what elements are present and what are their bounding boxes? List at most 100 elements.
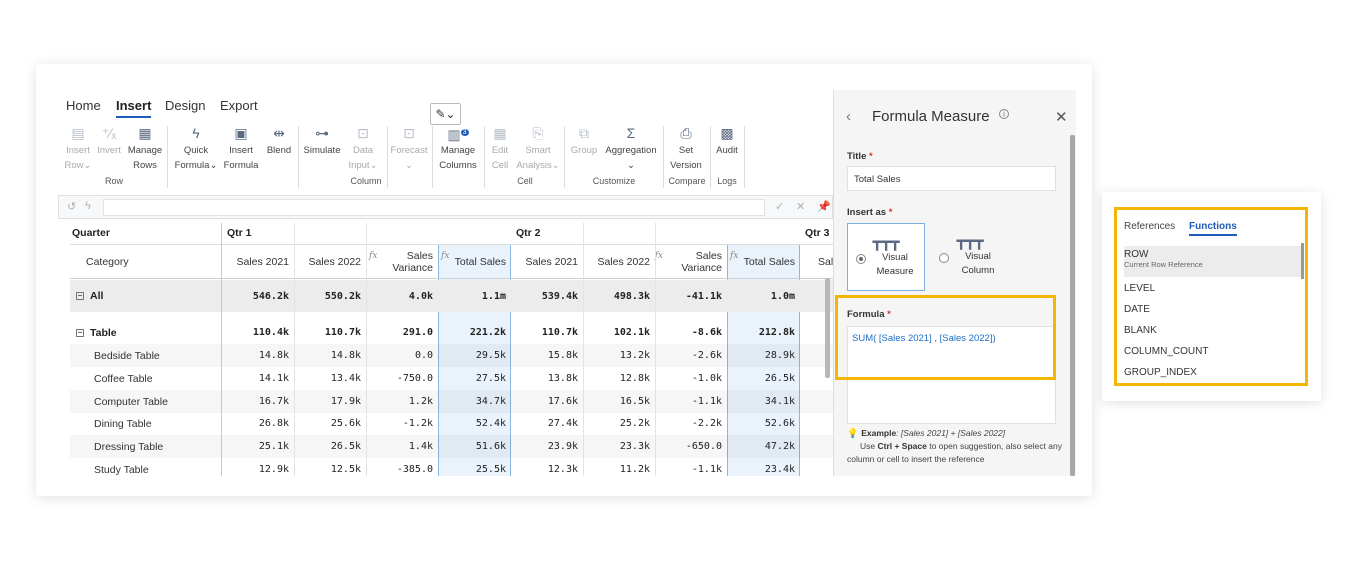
insert-formula-button[interactable]: ▣ Insert Formula (222, 124, 260, 173)
visual-measure-option[interactable]: ┳┳┳ Visual Measure (847, 223, 925, 291)
value-cell[interactable]: 52.6k (727, 412, 800, 435)
undo-icon[interactable]: ↺ (67, 200, 76, 213)
value-cell[interactable]: -385.0 (366, 458, 438, 476)
value-cell[interactable]: 539.4k (511, 280, 583, 312)
value-cell[interactable]: 28.9k (727, 344, 800, 367)
column-header[interactable]: Sales 2021 (511, 245, 583, 279)
value-cell[interactable]: 23.3k (583, 435, 655, 458)
column-header[interactable]: Sales 2021 (222, 245, 294, 279)
manage-rows-button[interactable]: ▦ Manage Rows (126, 124, 164, 173)
value-cell[interactable]: 34.1k (727, 390, 800, 413)
value-cell[interactable]: -2.2k (655, 412, 727, 435)
value-cell[interactable]: 17.9k (294, 390, 366, 413)
value-cell[interactable]: 25.5k (438, 458, 511, 476)
value-cell[interactable]: 26.8k (222, 412, 294, 435)
value-cell[interactable]: 1.4k (366, 435, 438, 458)
visual-measure-radio[interactable] (856, 254, 866, 264)
value-cell[interactable]: 4.0k (366, 280, 438, 312)
value-cell[interactable]: 16.7k (222, 390, 294, 413)
category-cell[interactable]: − All (76, 280, 103, 312)
quick-formula-button[interactable]: ϟ Quick Formula⌄ (173, 124, 219, 173)
invert-button[interactable]: ⁺⁄ₓ Invert (94, 124, 124, 158)
value-cell[interactable]: 34.7k (438, 390, 511, 413)
value-cell[interactable]: -1.1k (655, 390, 727, 413)
category-cell[interactable]: Dressing Table (94, 435, 163, 458)
value-cell[interactable]: -8.6k (655, 321, 727, 344)
value-cell[interactable]: 12.3k (511, 458, 583, 476)
pin-icon[interactable]: 📌 (817, 200, 831, 213)
value-cell[interactable]: 52.4k (438, 412, 511, 435)
value-cell[interactable]: 25.6k (294, 412, 366, 435)
value-cell[interactable]: 546.2k (222, 280, 294, 312)
value-cell[interactable]: 221.2k (438, 321, 511, 344)
column-header[interactable]: fx Sales Variance (366, 245, 438, 279)
audit-button[interactable]: ▩ Audit (712, 124, 742, 158)
value-cell[interactable]: 13.4k (294, 367, 366, 390)
visual-column-option[interactable]: ┳┳┳ Visual Column (931, 223, 1009, 291)
check-icon[interactable]: ✓ (775, 200, 784, 213)
set-version-button[interactable]: ⎙ Set Version (666, 124, 706, 173)
value-cell[interactable]: 1.0m (727, 280, 800, 312)
collapse-icon[interactable]: − (76, 328, 84, 337)
value-cell[interactable]: -1.1k (655, 458, 727, 476)
value-cell[interactable]: -1.2k (366, 412, 438, 435)
column-header[interactable]: fx Sales 2022 (583, 245, 663, 279)
value-cell[interactable]: 25.2k (583, 412, 655, 435)
data-input-button[interactable]: ⊡ Data Input⌄ (345, 124, 381, 173)
value-cell[interactable]: 51.6k (438, 435, 511, 458)
value-cell[interactable]: 110.7k (294, 321, 366, 344)
group-button[interactable]: ⧉ Group (568, 124, 600, 158)
value-cell[interactable]: 1.1m (438, 280, 511, 312)
title-input[interactable]: Total Sales (847, 166, 1056, 191)
value-cell[interactable]: 13.2k (583, 344, 655, 367)
value-cell[interactable]: 291.0 (366, 321, 438, 344)
tab-export[interactable]: Export (220, 98, 258, 113)
tab-design[interactable]: Design (165, 98, 205, 113)
value-cell[interactable]: 16.5k (583, 390, 655, 413)
value-cell[interactable]: 212.8k (727, 321, 800, 344)
close-icon[interactable]: ✕ (796, 200, 805, 213)
edit-cell-button[interactable]: ▦ Edit Cell (487, 124, 513, 173)
value-cell[interactable]: 550.2k (294, 280, 366, 312)
category-cell[interactable]: Coffee Table (94, 367, 153, 390)
column-header[interactable]: Sales Variance (655, 245, 727, 279)
column-header[interactable]: Sales 2022 (294, 245, 366, 279)
blend-button[interactable]: ⇹ Blend (263, 124, 295, 158)
value-cell[interactable]: 29.5k (438, 344, 511, 367)
value-cell[interactable]: 13.8k (511, 367, 583, 390)
value-cell[interactable]: 14.8k (294, 344, 366, 367)
value-cell[interactable]: 25.1k (222, 435, 294, 458)
value-cell[interactable]: 110.4k (222, 321, 294, 344)
lightning-icon[interactable]: ϟ (85, 200, 91, 212)
insert-row-button[interactable]: ▤ Insert Row⌄ (63, 124, 93, 173)
column-header[interactable]: Sal (800, 245, 833, 279)
value-cell[interactable]: 17.6k (511, 390, 583, 413)
column-header[interactable]: fx Total Sales (438, 245, 511, 279)
aggregation-button[interactable]: Σ Aggregation ⌄ (603, 124, 659, 173)
value-cell[interactable]: 23.4k (727, 458, 800, 476)
manage-columns-button[interactable]: ▥ 3 Manage Columns (436, 124, 480, 173)
value-cell[interactable]: -750.0 (366, 367, 438, 390)
value-cell[interactable]: 26.5k (294, 435, 366, 458)
value-cell[interactable]: 14.8k (222, 344, 294, 367)
value-cell[interactable]: 12.5k (294, 458, 366, 476)
value-cell[interactable]: 47.2k (727, 435, 800, 458)
grid-scrollbar[interactable] (825, 278, 830, 378)
value-cell[interactable]: 102.1k (583, 321, 655, 344)
panel-scrollbar[interactable] (1070, 135, 1075, 476)
category-cell[interactable]: Computer Table (94, 390, 168, 413)
value-cell[interactable]: 26.5k (727, 367, 800, 390)
close-icon[interactable]: ✕ (1055, 108, 1068, 126)
tab-home[interactable]: Home (66, 98, 101, 113)
category-cell[interactable]: Bedside Table (94, 344, 160, 367)
collapse-icon[interactable]: − (76, 292, 84, 300)
info-icon[interactable]: i (999, 109, 1009, 119)
value-cell[interactable]: 23.9k (511, 435, 583, 458)
formula-bar-input[interactable] (103, 199, 765, 216)
value-cell[interactable]: -650.0 (655, 435, 727, 458)
value-cell[interactable]: 12.8k (583, 367, 655, 390)
value-cell[interactable]: -2.6k (655, 344, 727, 367)
category-cell[interactable]: Dining Table (94, 412, 152, 435)
edit-mode-button[interactable]: ✎⌄ (430, 103, 461, 125)
value-cell[interactable]: 14.1k (222, 367, 294, 390)
